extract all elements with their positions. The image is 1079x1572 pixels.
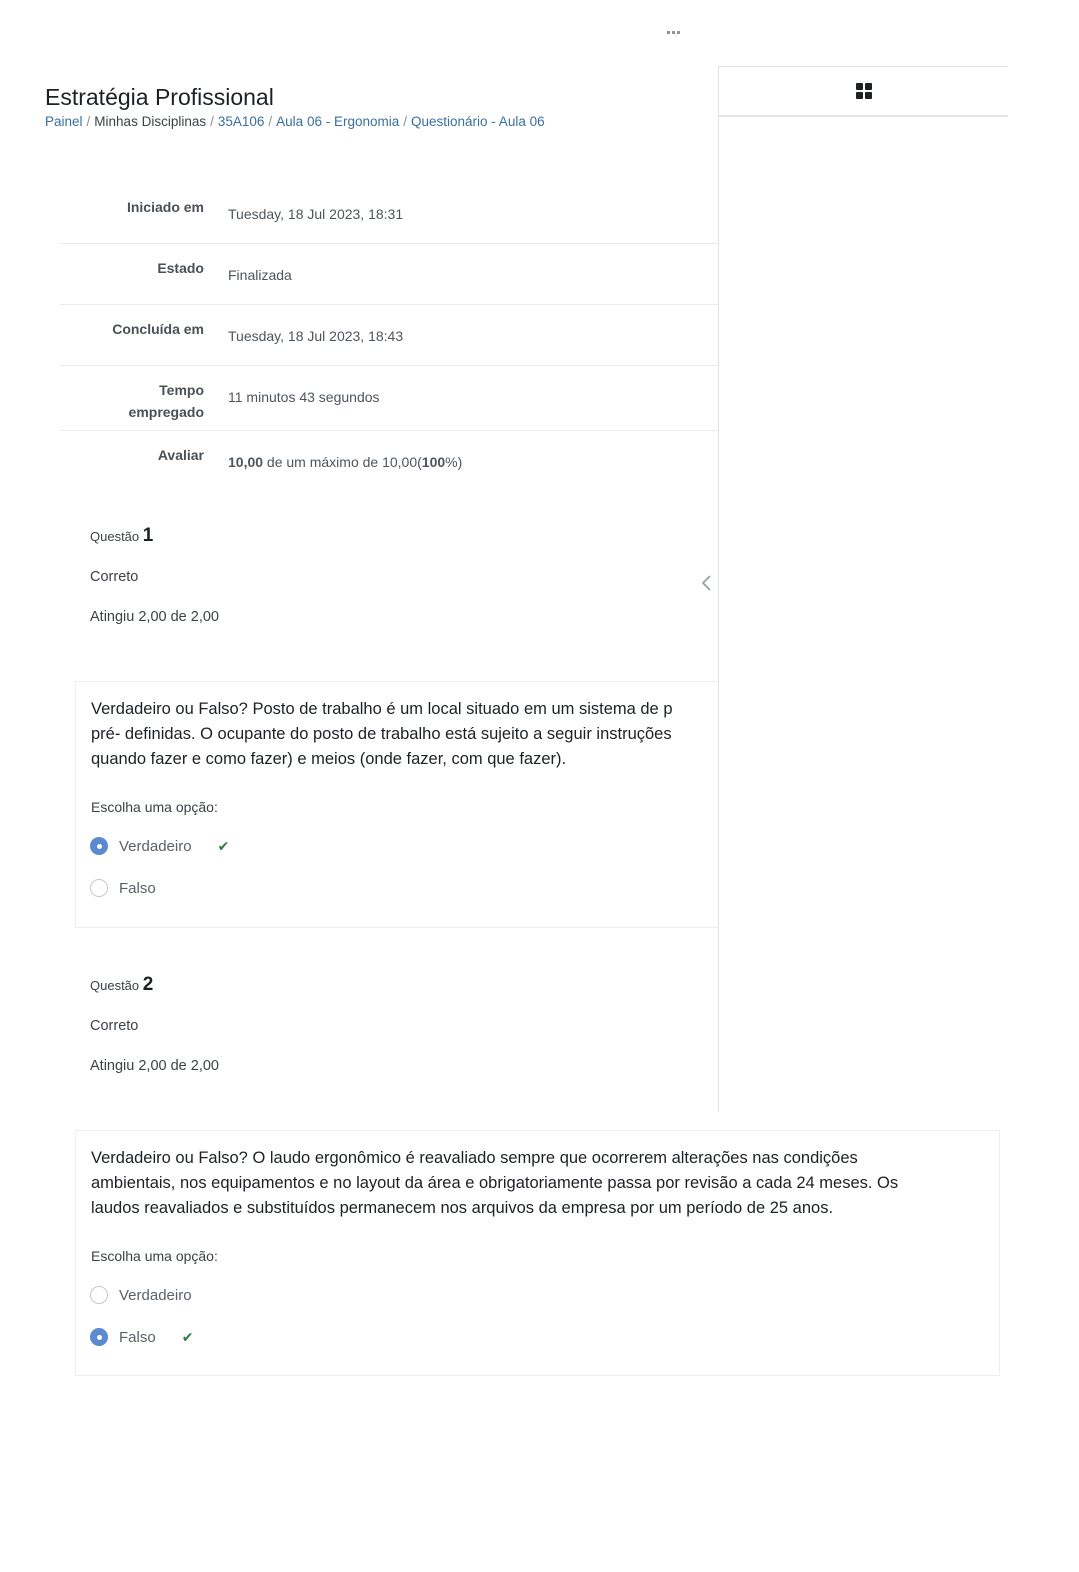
grade-max-text: de um máximo de 10,00( <box>263 454 422 470</box>
breadcrumb-separator: / <box>268 114 273 129</box>
grade-label: Avaliar <box>157 447 204 463</box>
question-text: Verdadeiro ou Falso? O laudo ergonômico … <box>76 1131 999 1221</box>
grade-percent: 100 <box>421 454 446 470</box>
breadcrumb-item-section[interactable]: Aula 06 - Ergonomia <box>276 114 399 129</box>
question-state: Correto <box>90 569 139 585</box>
question-label: Questão <box>90 529 140 544</box>
question-grade: Atingiu 2,00 de 2,00 <box>90 609 219 625</box>
breadcrumb-item-quiz[interactable]: Questionário - Aula 06 <box>411 114 545 129</box>
breadcrumb: Painel / Minhas Disciplinas/35A106/Aula 06… <box>45 114 545 129</box>
question-text-line: Verdadeiro ou Falso? O laudo ergonômico … <box>91 1149 858 1167</box>
completed-label: Concluída em <box>112 321 204 337</box>
option-label: Falso <box>119 879 156 897</box>
answer-options: Verdadeiro Falso ✔ <box>76 1264 999 1376</box>
option-label: Verdadeiro <box>119 837 192 855</box>
breadcrumb-item-painel[interactable]: Painel <box>45 114 83 129</box>
question-number-value: 1 <box>142 525 154 546</box>
check-icon: ✔ <box>217 837 230 854</box>
radio-button-selected[interactable] <box>90 1328 108 1346</box>
breadcrumb-item-minhas-disciplinas: Minhas Disciplinas <box>94 114 207 129</box>
question-state: Correto <box>90 1018 139 1034</box>
question-text-line: Verdadeiro ou Falso? Posto de trabalho é… <box>91 700 673 718</box>
option-verdadeiro[interactable]: Verdadeiro <box>90 1274 985 1316</box>
option-falso[interactable]: Falso ✔ <box>90 1316 985 1358</box>
question-label: Questão <box>90 978 140 993</box>
question-number: Questão 2 <box>90 974 219 996</box>
question-text-line: laudos reavaliados e substituídos perman… <box>91 1199 834 1217</box>
option-label: Verdadeiro <box>119 1286 192 1304</box>
radio-button-selected[interactable] <box>90 837 108 855</box>
question-number-value: 2 <box>142 974 154 995</box>
started-label: Iniciado em <box>126 199 204 215</box>
state-label: Estado <box>157 260 204 276</box>
more-dots-icon[interactable] <box>667 30 683 36</box>
radio-button[interactable] <box>90 1286 108 1304</box>
chevron-left-icon[interactable] <box>700 573 712 593</box>
breadcrumb-separator: / <box>210 114 214 129</box>
time-label: Tempo empregado <box>60 366 204 430</box>
page-title: Estratégia Profissional <box>45 84 274 110</box>
breadcrumb-separator: / <box>403 114 408 129</box>
drawer-header <box>719 67 1008 117</box>
radio-button[interactable] <box>90 879 108 897</box>
quiz-navigation-drawer <box>718 66 1008 1112</box>
time-label-line-2: empregado <box>128 404 204 420</box>
question-number: Questão 1 <box>90 525 219 547</box>
question-2-info: Questão 2 Correto Atingiu 2,00 de 2,00 <box>90 974 219 1074</box>
option-label: Falso <box>119 1328 156 1346</box>
breadcrumb-separator: / <box>86 114 91 129</box>
check-icon: ✔ <box>181 1328 194 1345</box>
question-grade: Atingiu 2,00 de 2,00 <box>90 1058 219 1074</box>
question-2-content: Verdadeiro ou Falso? O laudo ergonômico … <box>75 1130 1000 1376</box>
time-label-line-1: Tempo <box>159 382 204 398</box>
question-text-line: ambientais, nos equipamentos e no layout… <box>91 1174 899 1192</box>
breadcrumb-item-course[interactable]: 35A106 <box>218 114 265 129</box>
grade-percent-sign: %) <box>445 454 463 470</box>
answer-prompt: Escolha uma opção: <box>91 1248 218 1264</box>
question-text-line: pré- definidas. O ocupante do posto de t… <box>91 725 672 743</box>
grid-icon[interactable] <box>855 83 872 99</box>
question-text-line: quando fazer e como fazer) e meios (onde… <box>91 750 567 768</box>
grade-score: 10,00 <box>228 454 264 470</box>
question-1-info: Questão 1 Correto Atingiu 2,00 de 2,00 <box>90 525 219 625</box>
